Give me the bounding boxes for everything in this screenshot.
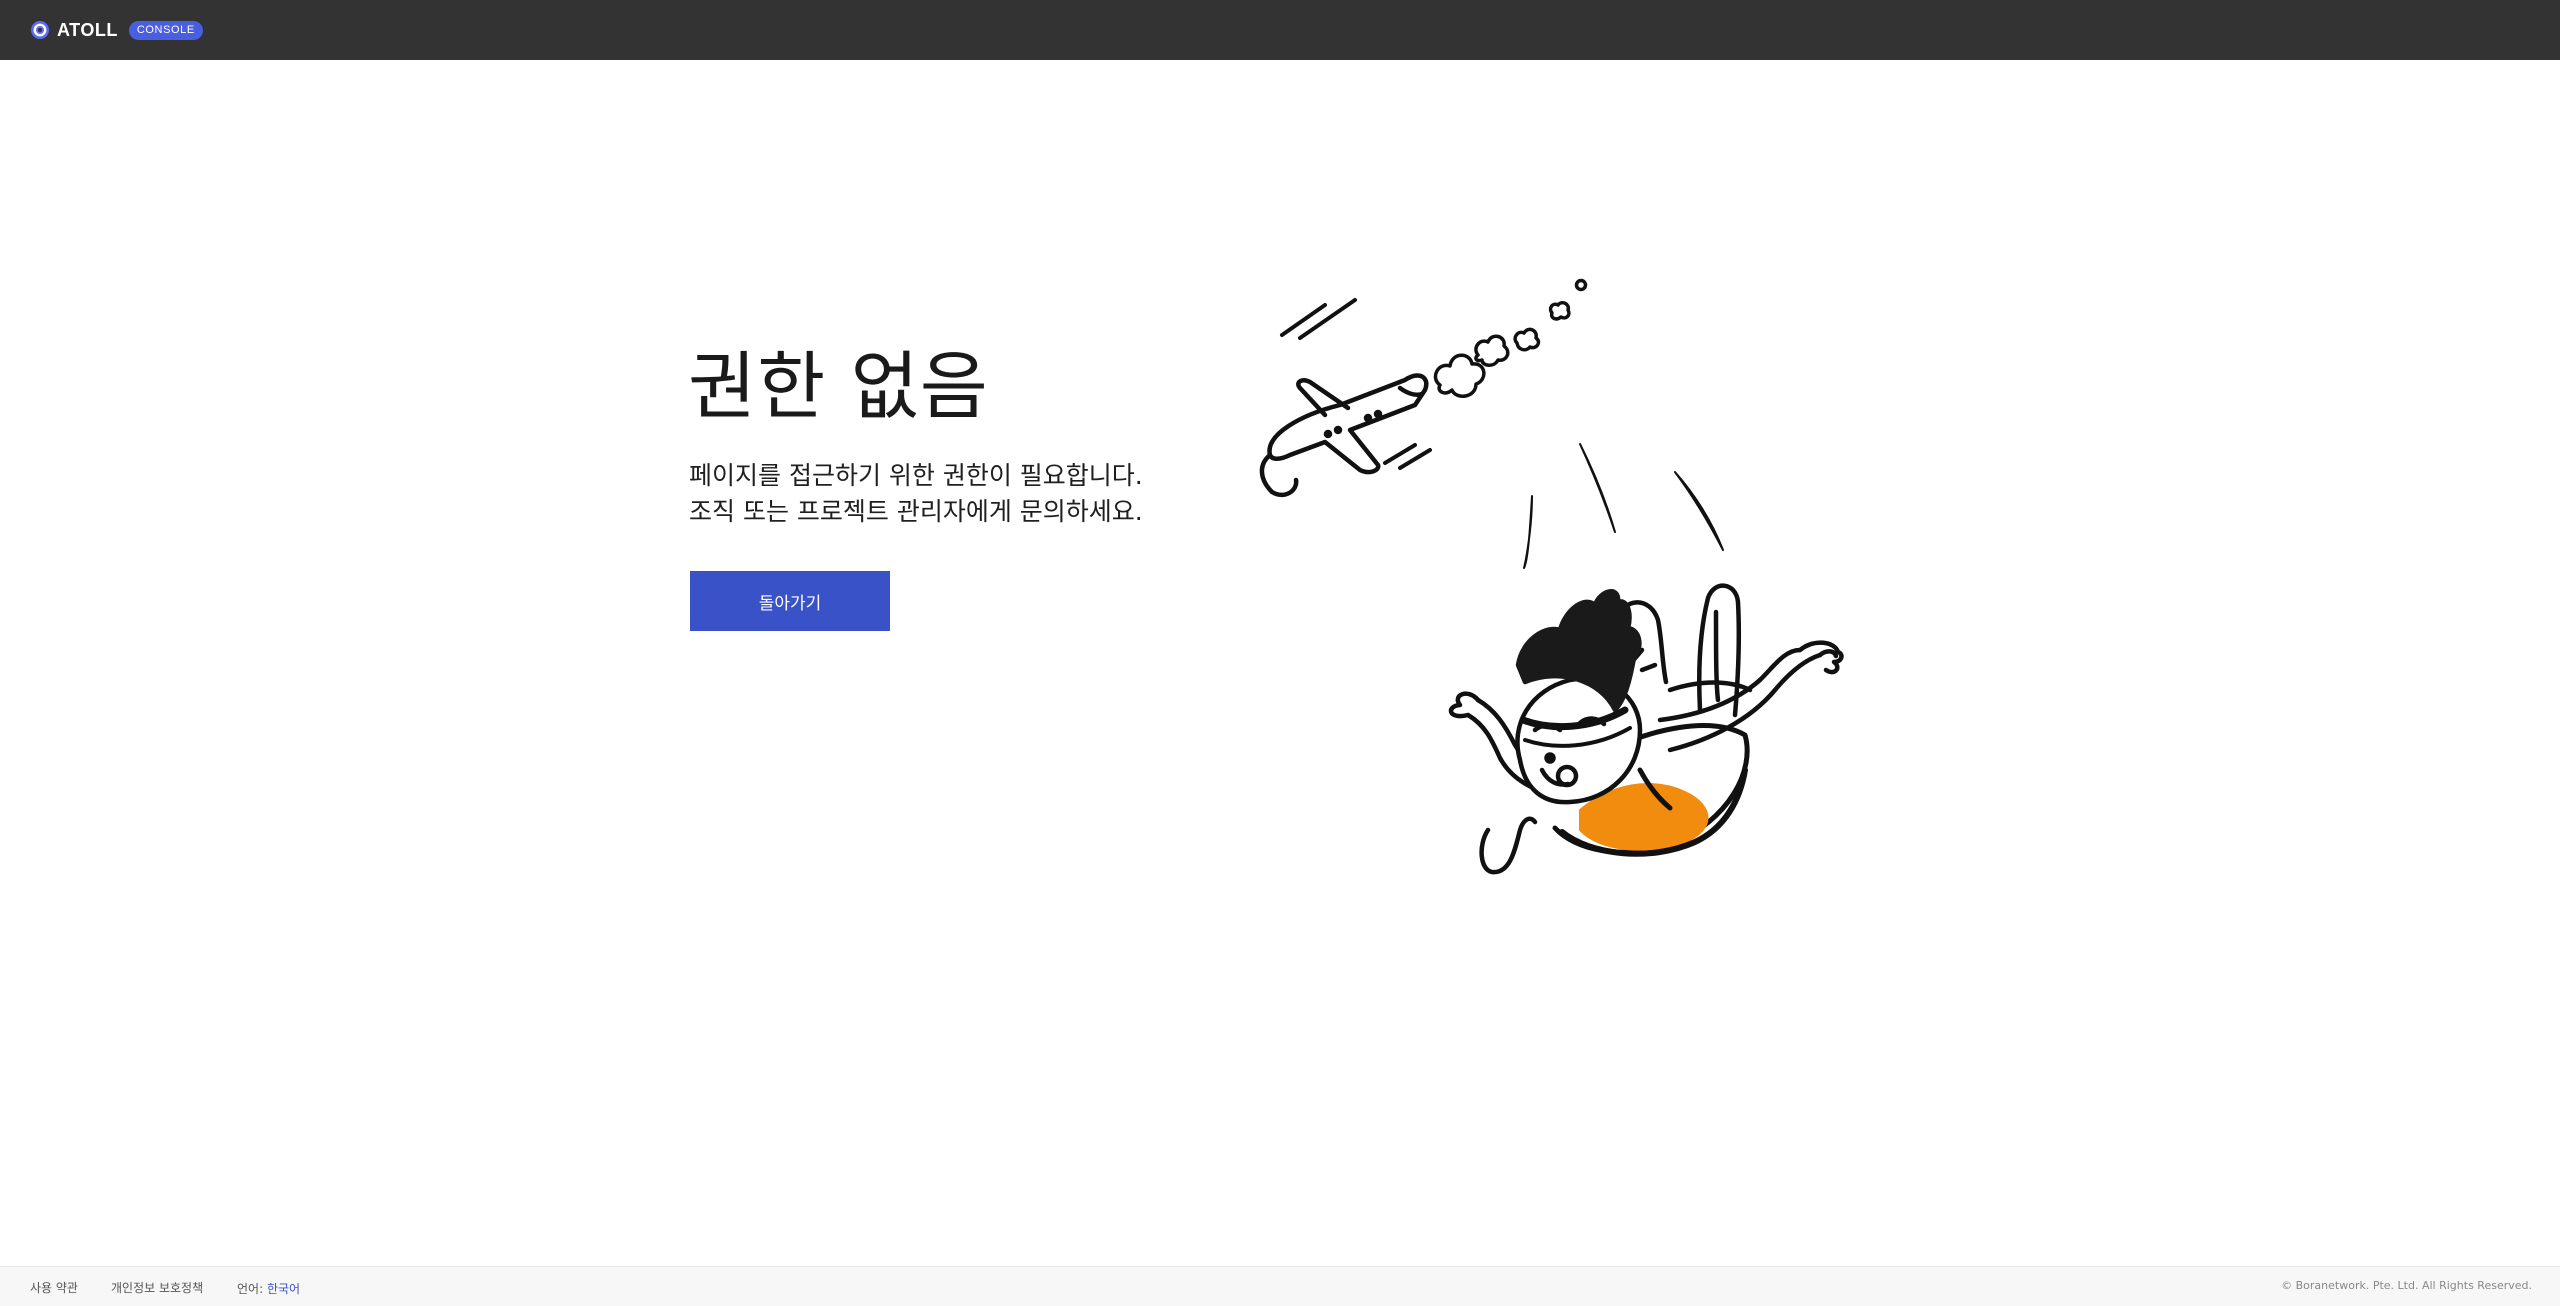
smoke-puffs xyxy=(1433,278,1588,398)
falling-speed-strokes xyxy=(1523,443,1724,569)
skydiver-head xyxy=(1515,589,1643,805)
harness-strap xyxy=(1479,816,1538,875)
footer: 사용 약관 개인정보 보호정책 언어: 한국어 © Boranetwork. P… xyxy=(0,1266,2560,1306)
page-title: 권한 없음 xyxy=(688,344,989,430)
airplane-icon xyxy=(1259,373,1429,498)
atoll-logo-icon xyxy=(31,21,49,39)
language-label: 언어: xyxy=(237,1282,264,1296)
terms-link[interactable]: 사용 약관 xyxy=(30,1279,78,1296)
console-badge: CONSOLE xyxy=(128,20,203,40)
skydiver-right-arm xyxy=(1657,640,1844,753)
language-selector[interactable]: 언어: 한국어 xyxy=(237,1280,300,1297)
top-navigation-bar: ATOLL CONSOLE xyxy=(0,0,2560,60)
description-line-2: 조직 또는 프로젝트 관리자에게 문의하세요. xyxy=(689,497,1143,526)
skydiver-illustration xyxy=(1259,278,1844,875)
copyright-text: © Boranetwork. Pte. Ltd. All Rights Rese… xyxy=(2281,1279,2532,1292)
page-description: 페이지를 접근하기 위한 권한이 필요합니다. 조직 또는 프로젝트 관리자에게… xyxy=(689,458,1143,530)
atoll-logo[interactable]: ATOLL CONSOLE xyxy=(30,20,203,41)
privacy-policy-link[interactable]: 개인정보 보호정책 xyxy=(111,1279,203,1296)
language-value[interactable]: 한국어 xyxy=(267,1282,300,1296)
logo-text: ATOLL xyxy=(57,19,118,40)
airplane-speed-lines xyxy=(1280,298,1432,470)
description-line-1: 페이지를 접근하기 위한 권한이 필요합니다. xyxy=(689,461,1143,490)
back-button[interactable]: 돌아가기 xyxy=(690,571,890,631)
main-content: 권한 없음 페이지를 접근하기 위한 권한이 필요합니다. 조직 또는 프로젝트… xyxy=(0,60,2560,1266)
